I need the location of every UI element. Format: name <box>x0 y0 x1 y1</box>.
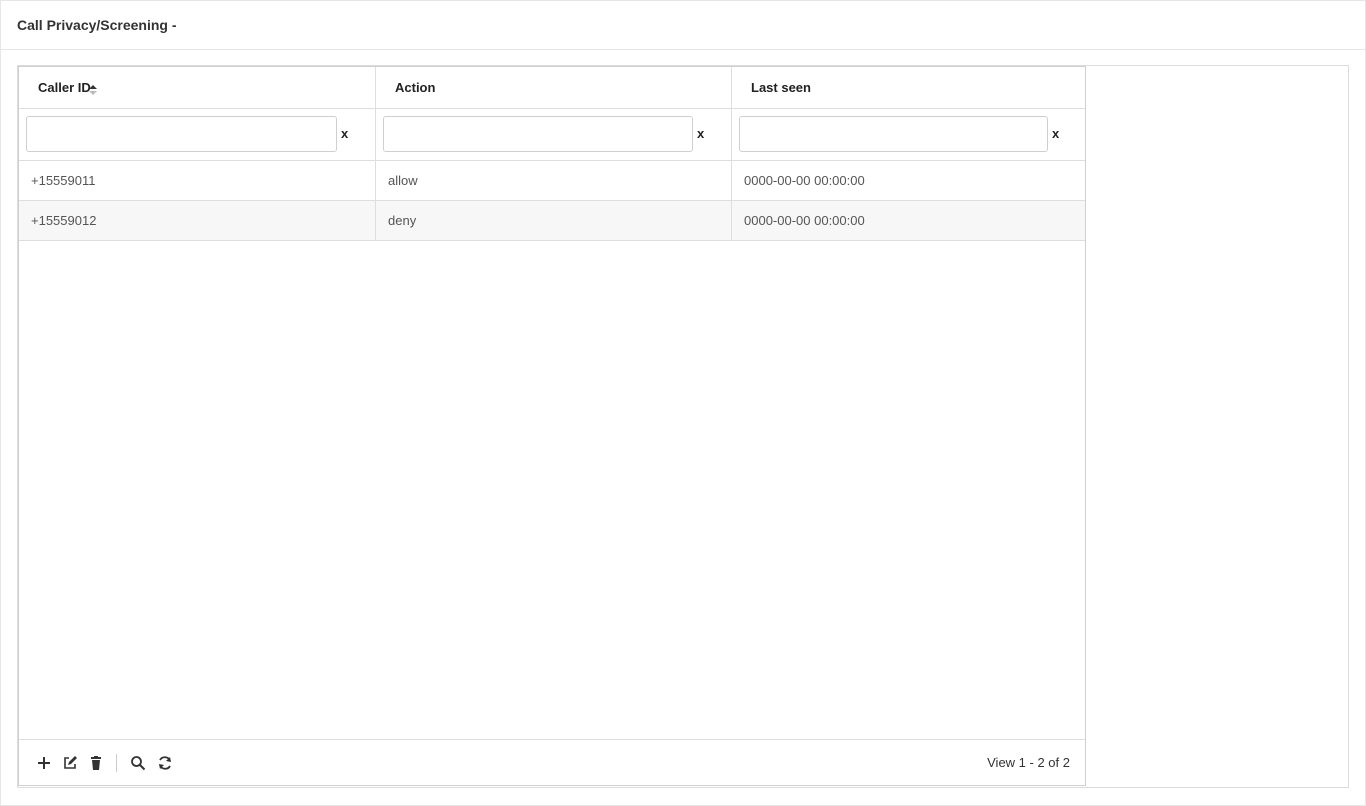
caller-id-cell[interactable]: +15559012 <box>19 201 376 240</box>
caller-id-cell[interactable]: +15559011 <box>19 161 376 200</box>
action-filter-input[interactable] <box>383 116 693 152</box>
pager-record-count: View 1 - 2 of 2 <box>987 755 1070 770</box>
last-seen-cell[interactable]: 0000-00-00 00:00:00 <box>732 161 1085 200</box>
action-cell[interactable]: deny <box>376 201 732 240</box>
column-header-action[interactable]: Action <box>376 67 732 108</box>
filter-cell-last-seen: x <box>732 109 1085 160</box>
sort-ascending-icon[interactable] <box>89 83 97 95</box>
action-value: deny <box>388 213 417 228</box>
caller-grid: Caller ID Action Last seen x x x +155590… <box>18 66 1086 786</box>
last-seen-cell[interactable]: 0000-00-00 00:00:00 <box>732 201 1085 240</box>
clear-action-filter-button[interactable]: x <box>697 126 704 141</box>
trash-icon[interactable] <box>88 755 104 771</box>
column-header-last-seen[interactable]: Last seen <box>732 67 1085 108</box>
panel-header: Call Privacy/Screening - <box>1 1 1365 50</box>
caller-id-value: +15559011 <box>31 173 96 188</box>
last-seen-filter-input[interactable] <box>739 116 1048 152</box>
clear-last-seen-filter-button[interactable]: x <box>1052 126 1059 141</box>
column-header-label: Last seen <box>751 80 811 95</box>
table-row[interactable]: +15559012 deny 0000-00-00 00:00:00 <box>19 201 1085 241</box>
last-seen-value: 0000-00-00 00:00:00 <box>744 213 865 228</box>
action-cell[interactable]: allow <box>376 161 732 200</box>
grid-header-row: Caller ID Action Last seen <box>19 67 1085 109</box>
plus-icon[interactable] <box>36 755 52 771</box>
column-header-label: Action <box>395 80 436 95</box>
toolbar-divider <box>116 754 117 772</box>
column-header-label: Caller ID <box>38 80 91 95</box>
search-icon[interactable] <box>130 755 146 771</box>
clear-caller-id-filter-button[interactable]: x <box>341 126 348 141</box>
caller-id-value: +15559012 <box>31 213 97 228</box>
table-row[interactable]: +15559011 allow 0000-00-00 00:00:00 <box>19 161 1085 201</box>
grid-pager: View 1 - 2 of 2 <box>19 739 1085 785</box>
action-value: allow <box>388 173 418 188</box>
filter-cell-action: x <box>376 109 732 160</box>
page-title: Call Privacy/Screening - <box>17 17 177 33</box>
last-seen-value: 0000-00-00 00:00:00 <box>744 173 865 188</box>
grid-filter-row: x x x <box>19 109 1085 161</box>
caller-id-filter-input[interactable] <box>26 116 337 152</box>
refresh-icon[interactable] <box>157 755 173 771</box>
column-header-caller-id[interactable]: Caller ID <box>19 67 376 108</box>
edit-icon[interactable] <box>62 755 78 771</box>
filter-cell-caller-id: x <box>19 109 376 160</box>
